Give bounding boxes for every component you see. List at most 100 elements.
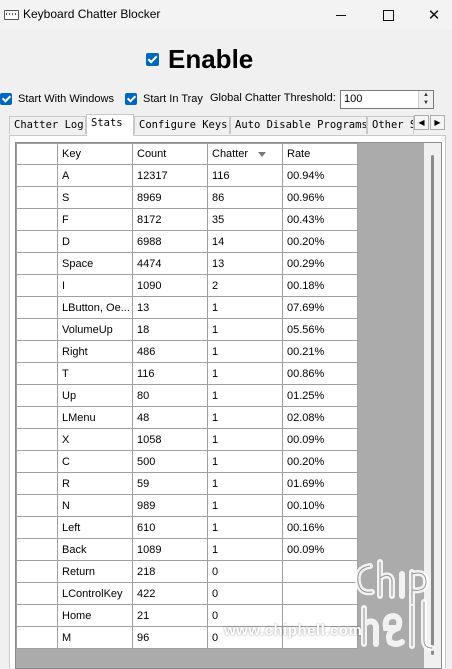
table-row[interactable]: I 1090 2 00.18% [16,274,358,297]
cell-rate[interactable] [282,582,358,605]
column-header-rate[interactable]: Rate [282,143,358,165]
cell-key[interactable]: F [57,208,133,231]
table-row[interactable]: LButton, Oe... 13 1 07.69% [16,296,358,319]
cell-key[interactable]: N [57,494,133,517]
cell-key[interactable]: X [57,428,133,451]
cell-key[interactable]: T [57,362,133,385]
cell-chatter[interactable]: 1 [207,472,283,495]
cell-key[interactable]: A [57,164,133,187]
row-header[interactable] [16,560,58,583]
cell-rate[interactable]: 00.29% [282,252,358,275]
cell-key[interactable]: Up [57,384,133,407]
cell-rate[interactable]: 00.09% [282,428,358,451]
tab-scroll-right-icon[interactable]: ▶ [430,115,445,130]
row-header[interactable] [16,406,58,429]
cell-count[interactable]: 218 [132,560,208,583]
table-row[interactable]: LControlKey 422 0 [16,582,358,605]
row-header[interactable] [16,582,58,605]
table-row[interactable]: N 989 1 00.10% [16,494,358,517]
table-row[interactable]: Left 610 1 00.16% [16,516,358,539]
cell-count[interactable]: 422 [132,582,208,605]
close-button[interactable]: ✕ [411,0,452,30]
cell-chatter[interactable]: 1 [207,516,283,539]
row-header[interactable] [16,230,58,253]
row-header[interactable] [16,604,58,627]
row-header[interactable] [16,318,58,341]
cell-count[interactable]: 18 [132,318,208,341]
cell-count[interactable]: 1090 [132,274,208,297]
cell-rate[interactable]: 01.69% [282,472,358,495]
cell-count[interactable]: 6988 [132,230,208,253]
table-row[interactable]: LMenu 48 1 02.08% [16,406,358,429]
cell-rate[interactable] [282,560,358,583]
cell-chatter[interactable]: 1 [207,296,283,319]
cell-count[interactable]: 8172 [132,208,208,231]
cell-key[interactable]: I [57,274,133,297]
table-row[interactable]: Space 4474 13 00.29% [16,252,358,275]
row-header[interactable] [16,362,58,385]
spin-down-icon[interactable]: ▼ [419,99,433,107]
cell-rate[interactable]: 05.56% [282,318,358,341]
cell-chatter[interactable]: 1 [207,428,283,451]
row-header[interactable] [16,296,58,319]
cell-count[interactable]: 4474 [132,252,208,275]
table-row[interactable]: Up 80 1 01.25% [16,384,358,407]
cell-count[interactable]: 12317 [132,164,208,187]
row-header[interactable] [16,494,58,517]
table-row[interactable]: F 8172 35 00.43% [16,208,358,231]
table-row[interactable]: D 6988 14 00.20% [16,230,358,253]
row-header[interactable] [16,208,58,231]
cell-key[interactable]: Right [57,340,133,363]
cell-count[interactable]: 8969 [132,186,208,209]
cell-key[interactable]: Left [57,516,133,539]
cell-count[interactable]: 48 [132,406,208,429]
cell-key[interactable]: VolumeUp [57,318,133,341]
cell-count[interactable]: 500 [132,450,208,473]
cell-chatter[interactable]: 13 [207,252,283,275]
cell-chatter[interactable]: 0 [207,560,283,583]
cell-rate[interactable]: 00.43% [282,208,358,231]
cell-key[interactable]: Home [57,604,133,627]
enable-toggle[interactable]: Enable [146,43,253,75]
cell-count[interactable]: 610 [132,516,208,539]
cell-chatter[interactable]: 14 [207,230,283,253]
cell-count[interactable]: 80 [132,384,208,407]
row-header[interactable] [16,252,58,275]
cell-rate[interactable]: 00.86% [282,362,358,385]
cell-rate[interactable]: 00.20% [282,450,358,473]
cell-chatter[interactable]: 86 [207,186,283,209]
threshold-spinner[interactable]: ▲ ▼ [418,91,433,108]
cell-key[interactable]: LControlKey [57,582,133,605]
table-row[interactable]: X 1058 1 00.09% [16,428,358,451]
column-header-chatter[interactable]: Chatter [207,143,283,165]
tab-chatter-log[interactable]: Chatter Log [9,116,86,134]
cell-key[interactable]: R [57,472,133,495]
cell-rate[interactable]: 00.10% [282,494,358,517]
row-header[interactable] [16,164,58,187]
table-row[interactable]: T 116 1 00.86% [16,362,358,385]
cell-rate[interactable]: 00.09% [282,538,358,561]
cell-count[interactable]: 989 [132,494,208,517]
cell-count[interactable]: 59 [132,472,208,495]
column-header-key[interactable]: Key [57,143,133,165]
cell-rate[interactable]: 00.94% [282,164,358,187]
cell-rate[interactable]: 00.20% [282,230,358,253]
cell-key[interactable]: LButton, Oe... [57,296,133,319]
cell-chatter[interactable]: 1 [207,450,283,473]
cell-chatter[interactable]: 1 [207,538,283,561]
cell-count[interactable]: 13 [132,296,208,319]
row-header[interactable] [16,340,58,363]
row-header[interactable] [16,450,58,473]
column-header-count[interactable]: Count [132,143,208,165]
start-with-windows-checkbox[interactable] [0,93,12,105]
row-header[interactable] [16,428,58,451]
tab-scroll-left-icon[interactable]: ◀ [414,115,429,130]
cell-count[interactable]: 96 [132,626,208,649]
enable-checkbox[interactable] [146,52,159,66]
row-header[interactable] [16,516,58,539]
cell-chatter[interactable]: 35 [207,208,283,231]
threshold-input[interactable]: 100 ▲ ▼ [340,90,434,109]
cell-chatter[interactable]: 1 [207,318,283,341]
cell-key[interactable]: Space [57,252,133,275]
cell-rate[interactable]: 00.16% [282,516,358,539]
